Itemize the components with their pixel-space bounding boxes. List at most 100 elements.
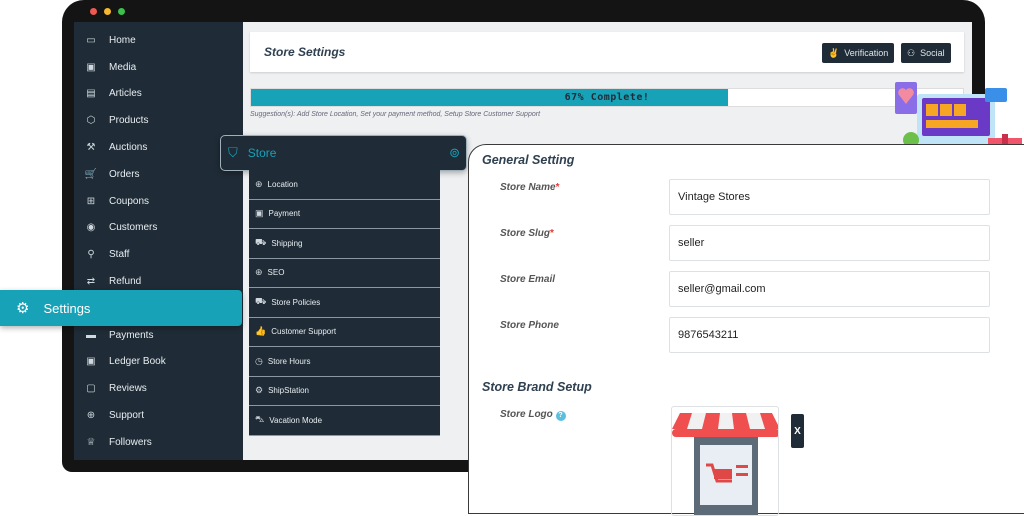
sidebar-item-label: Ledger Book	[109, 356, 166, 368]
sidebar-item-auctions[interactable]: ⚒ Auctions	[74, 134, 243, 161]
store-submenu-item-customer-support[interactable]: 👍 Customer Support	[249, 317, 440, 347]
maximize-dot[interactable]	[118, 8, 125, 15]
sidebar-item-home[interactable]: ▭ Home	[74, 27, 243, 54]
comment-icon: ▢	[86, 383, 96, 395]
help-icon[interactable]: ?	[555, 411, 566, 421]
store-submenu-item-shipstation[interactable]: ⚙ ShipStation	[249, 376, 440, 406]
submenu-item-label: SEO	[267, 268, 285, 278]
settings-highlight[interactable]: ⚙ Settings	[0, 290, 242, 326]
cart-icon: 🛒	[84, 168, 98, 180]
window-controls	[90, 8, 125, 15]
trophy-icon: ♕	[86, 436, 96, 448]
sidebar-item-label: Refund	[109, 276, 142, 288]
close-dot[interactable]	[90, 8, 97, 15]
verification-icon: ✌	[828, 47, 840, 58]
sidebar-item-support[interactable]: ⊕ Support	[74, 402, 243, 429]
general-setting-card: General Setting Store Brand Setup Store …	[468, 144, 1024, 516]
shopping-bag-icon: ⛉	[228, 145, 238, 160]
thumbs-up-icon: 👍	[255, 326, 267, 337]
user-icon: ⚲	[87, 249, 95, 261]
sidebar-item-media[interactable]: ▣ Media	[74, 54, 243, 81]
sidebar-item-label: Support	[109, 410, 145, 422]
required-marker: *	[555, 182, 560, 193]
submenu-item-label: Vacation Mode	[269, 415, 323, 425]
refund-icon: ⇄	[86, 276, 96, 288]
field-label-text: Store Phone	[500, 320, 559, 331]
truck-icon: ⛟	[255, 296, 267, 307]
store-submenu-item-payment[interactable]: ▣ Payment	[249, 199, 440, 229]
gears-icon: ⚙	[16, 300, 30, 317]
social-label: Social	[920, 48, 945, 58]
sidebar-item-label: Staff	[109, 249, 130, 261]
sidebar-item-label: Products	[109, 115, 149, 127]
vacation-icon: ⛍	[255, 414, 265, 425]
social-button[interactable]: ⚇ Social	[901, 43, 951, 63]
store-logo-image[interactable]	[671, 406, 779, 516]
globe-icon: ⊕	[255, 267, 263, 278]
user-circle-icon: ◉	[86, 222, 96, 234]
gift-icon: ⊞	[86, 195, 96, 207]
field-label-text: Store Name	[500, 182, 556, 193]
document-icon: ▤	[86, 88, 96, 100]
sidebar-item-label: Coupons	[109, 195, 150, 207]
sidebar-item-ledger-book[interactable]: ▣ Ledger Book	[74, 349, 243, 376]
field-label: Store Email	[500, 274, 555, 285]
general-setting-title: General Setting	[482, 153, 575, 167]
store-submenu-item-vacation-mode[interactable]: ⛍ Vacation Mode	[249, 406, 440, 436]
sidebar-item-customers[interactable]: ◉ Customers	[74, 215, 243, 242]
settings-label: Settings	[43, 300, 91, 316]
submenu-item-label: Payment	[268, 209, 301, 219]
store-submenu-item-store-hours[interactable]: ◷ Store Hours	[249, 347, 440, 377]
sidebar-item-label: Orders	[109, 168, 140, 180]
store-label: Store	[247, 146, 277, 160]
sidebar-item-products[interactable]: ⬡ Products	[74, 107, 243, 134]
sidebar-item-staff[interactable]: ⚲ Staff	[74, 241, 243, 268]
store-slug-input[interactable]: seller	[669, 225, 990, 261]
sidebar-item-label: Customers	[109, 222, 158, 234]
page-title: Store Settings	[264, 45, 346, 59]
sidebar-item-coupons[interactable]: ⊞ Coupons	[74, 188, 243, 215]
sidebar-item-articles[interactable]: ▤ Articles	[74, 81, 243, 108]
sidebar-item-reviews[interactable]: ▢ Reviews	[74, 375, 243, 402]
field-label: Store Phone	[500, 320, 559, 331]
sidebar-item-label: Media	[109, 61, 137, 73]
money-icon: ▣	[255, 208, 264, 219]
credit-card-icon: ▬	[86, 329, 96, 341]
gear-icon: ⚙	[255, 385, 264, 396]
sidebar-item-label: Payments	[109, 329, 154, 341]
sidebar-item-label: Articles	[109, 88, 142, 100]
verification-button[interactable]: ✌ Verification	[822, 43, 895, 63]
store-submenu-item-store-policies[interactable]: ⛟ Store Policies	[249, 288, 440, 318]
submenu-item-label: Shipping	[271, 238, 303, 248]
progress-label: 67% Complete!	[564, 92, 650, 103]
sidebar-item-label: Auctions	[109, 142, 148, 154]
submenu-item-label: ShipStation	[268, 386, 309, 396]
store-submenu-item-location[interactable]: ⊕ Location	[249, 170, 440, 200]
sidebar: ▭ Home ▣ Media ▤ Articles ⬡ Products ⚒ Auctions 🛒 O…	[74, 22, 243, 460]
truck-icon: ⛟	[255, 237, 267, 248]
field-label: Store Name*	[500, 182, 559, 193]
store-submenu-item-shipping[interactable]: ⛟ Shipping	[249, 229, 440, 259]
settings-circle-icon[interactable]: ⊚	[449, 145, 460, 161]
minimize-dot[interactable]	[104, 8, 111, 15]
field-label-text: Store Email	[500, 274, 556, 285]
store-email-input[interactable]: seller@gmail.com	[669, 271, 990, 307]
required-marker: *	[550, 228, 554, 239]
clock-icon: ◷	[255, 355, 263, 366]
globe-icon: ⊕	[86, 410, 96, 422]
store-submenu-item-seo[interactable]: ⊕ SEO	[249, 258, 440, 288]
sidebar-item-followers[interactable]: ♕ Followers	[74, 429, 243, 456]
money-icon: ▣	[86, 356, 96, 368]
store-phone-input[interactable]: 9876543211	[669, 317, 990, 353]
globe-icon: ⊕	[255, 178, 263, 189]
sidebar-item-label: Followers	[109, 436, 152, 448]
remove-logo-button[interactable]: X	[791, 414, 804, 448]
store-name-input[interactable]: Vintage Stores	[669, 179, 990, 215]
store-menu-header[interactable]: ⛉ Store ⊚	[220, 135, 467, 171]
users-icon: ⚇	[907, 47, 916, 58]
box-icon: ⬡	[86, 115, 96, 127]
sidebar-item-orders[interactable]: 🛒 Orders	[74, 161, 243, 188]
field-label-text: Store Slug	[500, 228, 551, 239]
gavel-icon: ⚒	[86, 142, 96, 154]
progress-bar: 67% Complete!	[250, 88, 964, 107]
